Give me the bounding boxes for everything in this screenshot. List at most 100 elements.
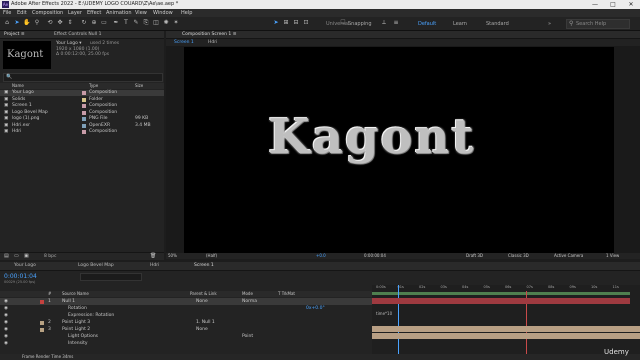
layer-parent[interactable]: None [196, 298, 208, 305]
dolly-tool-icon[interactable]: ⇕ [66, 19, 74, 27]
bit-depth-label[interactable]: 8 bpc [44, 254, 56, 259]
workspace-standard[interactable]: Standard [486, 21, 509, 27]
current-time[interactable]: 0:00:00:04 [364, 253, 386, 259]
minimize-button[interactable]: — [586, 0, 604, 9]
project-search-input[interactable]: 🔍 [3, 73, 163, 82]
eraser-tool-icon[interactable]: ◫ [152, 19, 160, 27]
timeline-tab-your-logo[interactable]: Your Logo [14, 263, 36, 268]
world-axis-icon[interactable]: ⊟ [292, 19, 300, 27]
timeline-tab-logo-bevel-map[interactable]: Logo Bevel Map [78, 263, 114, 268]
layer-parent[interactable]: 1. Null 1 [196, 319, 215, 326]
menu-file[interactable]: File [3, 10, 11, 16]
item-label-color[interactable] [82, 104, 86, 108]
layer-bar-point-light-2[interactable] [372, 333, 640, 339]
menu-layer[interactable]: Layer [68, 10, 82, 16]
layer-mode[interactable]: Norma [242, 298, 257, 305]
layer-row[interactable]: ◉ 2 Point Light 3 1. Null 1 [0, 319, 372, 326]
maximize-button[interactable]: □ [604, 0, 622, 9]
search-help-field[interactable]: ⚲ Search Help [566, 19, 630, 29]
new-composition-icon[interactable]: ▣ [24, 253, 29, 259]
layer-bar-point-light-3[interactable] [372, 326, 640, 332]
menu-animation[interactable]: Animation [106, 10, 132, 16]
layer-mode[interactable]: Point [242, 333, 253, 340]
close-button[interactable]: ✕ [622, 0, 640, 9]
layer-name[interactable]: Point Light 2 [62, 326, 90, 333]
tab-project[interactable]: Project ≡ [4, 32, 25, 37]
header-mode[interactable]: Mode [242, 291, 253, 297]
axis-tool-icon[interactable]: ➤ [272, 19, 280, 27]
property-value[interactable]: 0x+0.0° [306, 305, 325, 312]
header-type[interactable]: Type [89, 83, 98, 89]
new-folder-icon[interactable]: ▭ [14, 253, 19, 259]
view-axis-icon[interactable]: ⊡ [302, 19, 310, 27]
header-size[interactable]: Size [135, 83, 143, 89]
project-item[interactable]: ▣ Hdri Composition [0, 129, 164, 135]
brush-tool-icon[interactable]: ✎ [132, 19, 140, 27]
layer-name[interactable]: Point Light 3 [62, 319, 90, 326]
subtab-screen-1[interactable]: Screen 1 [174, 40, 194, 45]
camera-dropdown[interactable]: Active Camera [554, 253, 583, 259]
local-axis-icon[interactable]: ⊞ [282, 19, 290, 27]
visibility-eye-icon[interactable]: ◉ [4, 298, 8, 305]
playhead[interactable] [398, 285, 399, 354]
rotation-tool-icon[interactable]: ↻ [80, 19, 88, 27]
layer-row[interactable]: ◉ 3 Point Light 2 None [0, 326, 372, 333]
menu-window[interactable]: Window [153, 10, 173, 16]
layer-row[interactable]: ◉ Expression: Rotation [0, 312, 372, 319]
project-item[interactable]: ▣ Screen 1 Composition [0, 103, 164, 109]
timeline-graph[interactable]: 0:00s 01s 02s 03s 04s 05s 06s 07s 08s 09s 10s 11s t… [372, 285, 640, 354]
layer-label-color[interactable] [40, 327, 44, 332]
item-label-color[interactable] [82, 110, 86, 115]
layer-name[interactable]: Rotation [68, 305, 87, 312]
layer-name[interactable]: Intensity [68, 340, 88, 347]
project-item[interactable]: ▣ Hdri.exr OpenEXR 3.4 MB [0, 123, 164, 129]
visibility-eye-icon[interactable]: ◉ [4, 340, 8, 347]
layer-name[interactable]: Light Options [68, 333, 98, 340]
visibility-eye-icon[interactable]: ◉ [4, 305, 8, 312]
time-ruler[interactable]: 0:00s 01s 02s 03s 04s 05s 06s 07s 08s 09s 10s 11s [372, 285, 640, 291]
layer-label-color[interactable] [40, 299, 44, 304]
puppet-tool-icon[interactable]: ✶ [172, 19, 180, 27]
pen-tool-icon[interactable]: ✒ [112, 19, 120, 27]
layer-name[interactable]: Expression: Rotation [68, 312, 114, 319]
layer-name[interactable]: Null 1 [62, 298, 75, 305]
visibility-eye-icon[interactable]: ◉ [4, 319, 8, 326]
tab-effect-controls[interactable]: Effect Controls Null 1 [54, 32, 101, 37]
anchor-tool-icon[interactable]: ⊕ [90, 19, 98, 27]
item-label-color[interactable] [82, 97, 86, 102]
clone-tool-icon[interactable]: ⎘ [142, 19, 150, 27]
workspace-default[interactable]: Default [418, 21, 436, 27]
project-item[interactable]: ▣ Your Logo Composition [0, 90, 164, 96]
work-area-bar[interactable] [372, 292, 630, 295]
visibility-eye-icon[interactable]: ◉ [4, 312, 8, 319]
project-item[interactable]: ▣ Solids Folder [0, 97, 164, 103]
resolution-dropdown[interactable]: (Half) [206, 253, 217, 259]
type-tool-icon[interactable]: T [122, 19, 130, 27]
trash-icon[interactable]: 🗑 [150, 253, 156, 259]
snap-icon[interactable]: ⟂ [380, 19, 388, 27]
draft-3d-toggle[interactable]: Draft 3D [466, 253, 483, 259]
zoom-tool-icon[interactable]: ⚲ [33, 19, 41, 27]
renderer-dropdown[interactable]: Classic 3D [508, 253, 529, 259]
workspace-learn[interactable]: Learn [453, 21, 467, 27]
expression-code[interactable]: time*10 [376, 311, 392, 316]
timeline-current-time[interactable]: 0:00:01:04 [4, 273, 37, 280]
header-parent[interactable]: Parent & Link [190, 291, 217, 297]
subtab-hdri[interactable]: Hdri [208, 40, 217, 45]
project-item[interactable]: ▣ Logo Bevel Map Composition [0, 110, 164, 116]
home-icon[interactable]: ⌂ [3, 19, 11, 27]
tab-composition-screen-1[interactable]: Composition Screen 1 ≡ [182, 32, 237, 37]
timeline-tab-hdri[interactable]: Hdri [150, 263, 159, 268]
timeline-tab-screen-1[interactable]: Screen 1 [194, 263, 214, 268]
workspace-more-icon[interactable]: » [548, 21, 551, 27]
header-source-name[interactable]: Source Name [62, 291, 89, 297]
header-name[interactable]: Name [12, 83, 24, 89]
layer-row[interactable]: ◉ Intensity [0, 340, 372, 347]
composition-viewer[interactable]: Kagont [184, 47, 614, 253]
layer-row[interactable]: ◉ Light Options Point [0, 333, 372, 340]
interpret-footage-icon[interactable]: ▤ [4, 253, 9, 259]
pan-tool-icon[interactable]: ✥ [56, 19, 64, 27]
project-item[interactable]: ▣ logo (1).png PNG File 99 KB [0, 116, 164, 122]
item-label-color[interactable] [82, 123, 86, 128]
snapping-checkbox-icon[interactable]: ☐ [339, 19, 347, 27]
